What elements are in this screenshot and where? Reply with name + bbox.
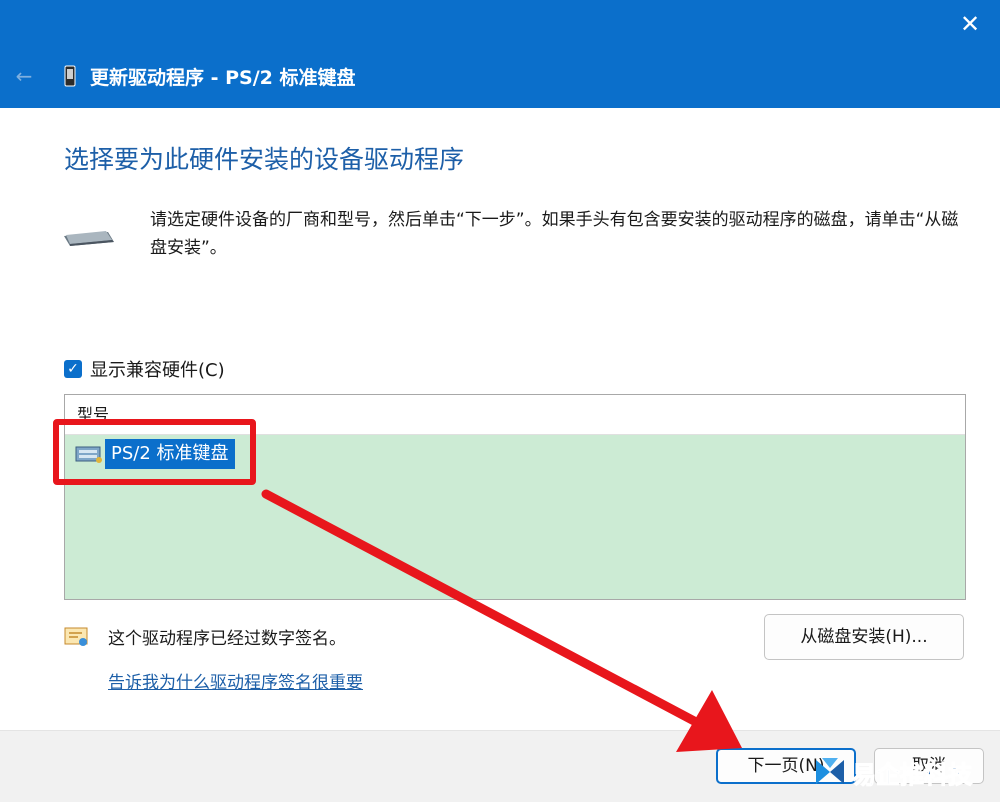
dialog-title: 更新驱动程序 - PS/2 标准键盘 <box>90 66 356 89</box>
show-compatible-label[interactable]: 显示兼容硬件(C) <box>90 356 225 382</box>
certificate-icon <box>64 627 88 646</box>
watermark-logo-icon <box>816 758 844 784</box>
watermark: 易企推科技 <box>812 754 973 790</box>
page-heading: 选择要为此硬件安装的设备驱动程序 <box>64 145 465 174</box>
back-button[interactable]: ← <box>12 64 36 88</box>
annotation-highlight-box <box>53 419 256 485</box>
checkmark-icon: ✓ <box>67 361 79 377</box>
close-button[interactable]: ✕ <box>954 8 986 40</box>
device-icon <box>64 65 76 87</box>
close-icon[interactable]: ✕ <box>960 10 980 38</box>
title-bar: ✕ ← 更新驱动程序 - PS/2 标准键盘 <box>0 0 1000 108</box>
have-disk-button[interactable]: 从磁盘安装(H)... <box>764 614 964 660</box>
why-signing-link[interactable]: 告诉我为什么驱动程序签名很重要 <box>108 668 363 693</box>
back-arrow-icon[interactable]: ← <box>16 64 33 88</box>
instruction-text: 请选定硬件设备的厂商和型号，然后单击“下一步”。如果手头有包含要安装的驱动程序的… <box>150 210 959 258</box>
signed-row: 这个驱动程序已经过数字签名。 <box>64 624 346 649</box>
title-row: ← 更新驱动程序 - PS/2 标准键盘 <box>0 56 1000 96</box>
watermark-text: 易企推科技 <box>852 760 973 789</box>
show-compatible-checkbox[interactable]: ✓ <box>64 360 82 378</box>
show-compatible-row[interactable]: ✓ 显示兼容硬件(C) <box>64 356 225 382</box>
signed-status-text: 这个驱动程序已经过数字签名。 <box>108 629 346 649</box>
keyboard-icon <box>64 231 114 246</box>
